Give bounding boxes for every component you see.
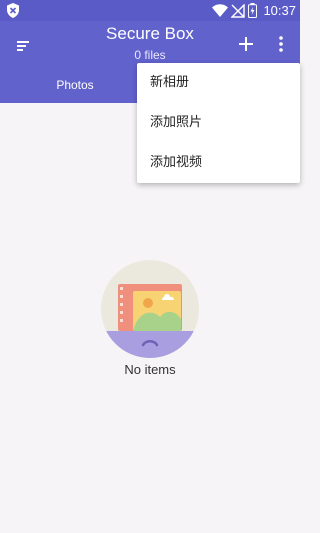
file-count: 0 files bbox=[134, 48, 166, 62]
shield-icon bbox=[7, 3, 19, 18]
wifi-icon bbox=[212, 3, 229, 17]
empty-gallery-icon bbox=[101, 260, 199, 358]
add-icon[interactable] bbox=[236, 34, 256, 54]
battery-charging-icon bbox=[248, 3, 258, 18]
system-icons: 10:37 bbox=[212, 2, 296, 19]
menu-item-add-photos[interactable]: 添加照片 bbox=[137, 103, 300, 143]
more-vert-icon[interactable] bbox=[274, 34, 288, 54]
menu-item-new-album[interactable]: 新相册 bbox=[137, 63, 300, 103]
empty-state-text: No items bbox=[124, 362, 176, 377]
status-time: 10:37 bbox=[263, 3, 296, 18]
no-signal-icon bbox=[231, 3, 246, 18]
tab-photos[interactable]: Photos bbox=[0, 78, 150, 98]
menu-item-add-videos[interactable]: 添加视频 bbox=[137, 143, 300, 183]
overflow-menu: 新相册 添加照片 添加视频 bbox=[137, 63, 300, 183]
page-title: Secure Box bbox=[106, 24, 194, 43]
status-bar: 10:37 bbox=[0, 0, 300, 21]
sort-menu-icon[interactable] bbox=[12, 37, 34, 55]
